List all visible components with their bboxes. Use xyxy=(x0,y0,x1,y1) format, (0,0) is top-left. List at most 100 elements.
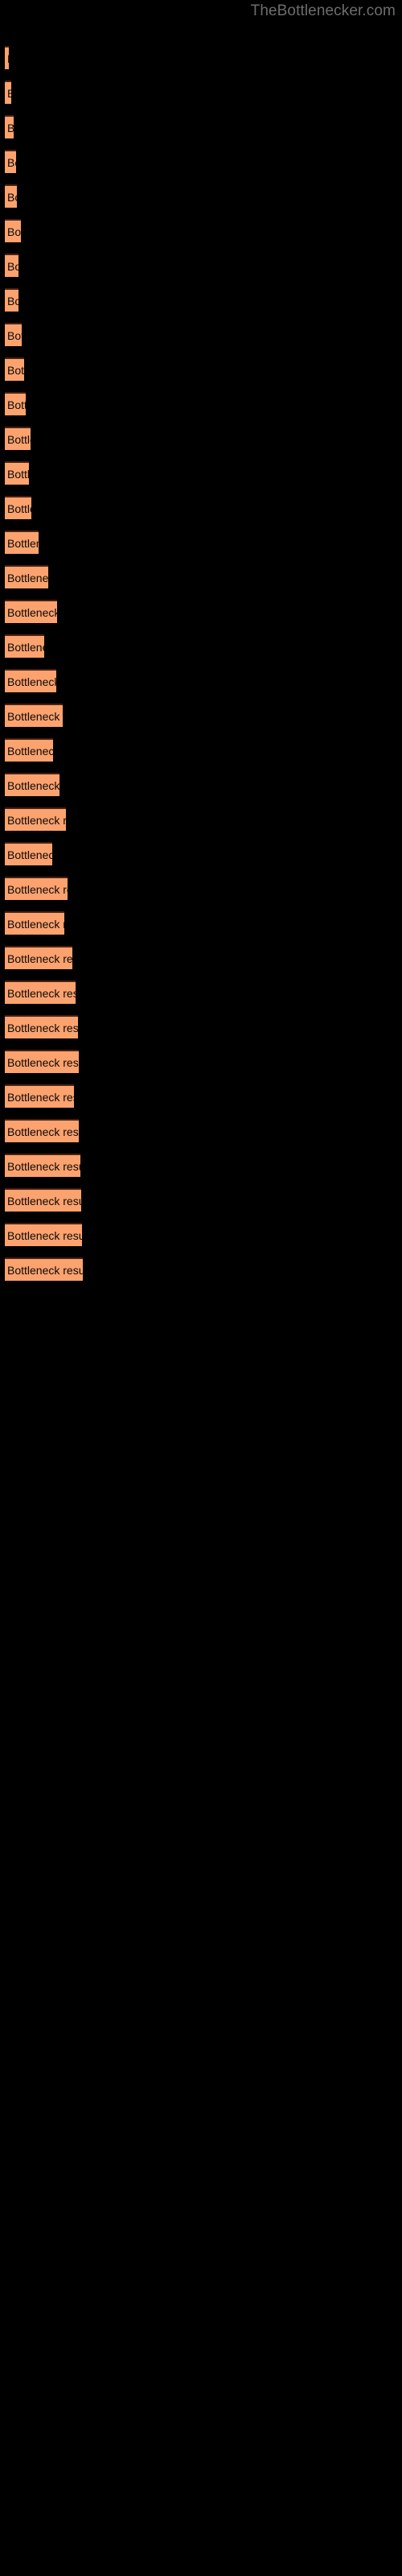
bar-29[interactable]: Bottleneck result xyxy=(5,1015,78,1038)
bar-5[interactable]: Bottleneck result xyxy=(5,184,17,208)
bar-row: Bottleneck result xyxy=(0,1188,402,1213)
bar-label: Bottleneck result xyxy=(7,813,66,827)
horizontal-bar-chart: Bottleneck result Bottleneck result Bottle… xyxy=(0,0,402,2576)
bar-label: Bottleneck result xyxy=(7,1228,82,1242)
bar-row: Bottleneck result xyxy=(0,288,402,313)
bar-19[interactable]: Bottleneck result xyxy=(5,669,56,692)
bar-35[interactable]: Bottleneck result xyxy=(5,1223,82,1246)
bar-14[interactable]: Bottleneck result xyxy=(5,496,31,519)
bar-row: Bottleneck result xyxy=(0,1119,402,1144)
bar-row: Bottleneck result xyxy=(0,634,402,659)
bar-row: Bottleneck result xyxy=(0,1223,402,1248)
bar-8[interactable]: Bottleneck result xyxy=(5,288,18,312)
bar-23[interactable]: Bottleneck result xyxy=(5,807,66,831)
bar-row: Bottleneck result xyxy=(0,184,402,209)
bar-34[interactable]: Bottleneck result xyxy=(5,1188,81,1212)
bar-label: Bottleneck result xyxy=(7,432,31,446)
bar-row: Bottleneck result xyxy=(0,496,402,521)
bar-row: Bottleneck result xyxy=(0,46,402,71)
bar-36[interactable]: Bottleneck result xyxy=(5,1257,83,1281)
bar-label: Bottleneck result xyxy=(7,986,76,1000)
bar-label: Bottleneck result xyxy=(7,259,18,273)
bar-label: Bottleneck result xyxy=(7,190,17,204)
bar-27[interactable]: Bottleneck result xyxy=(5,946,72,969)
bar-25[interactable]: Bottleneck result xyxy=(5,877,68,900)
bar-15[interactable]: Bottleneck result xyxy=(5,530,39,554)
bar-11[interactable]: Bottleneck result xyxy=(5,392,26,415)
bar-32[interactable]: Bottleneck result xyxy=(5,1119,79,1142)
bar-row: Bottleneck result xyxy=(0,842,402,867)
bar-label: Bottleneck result xyxy=(7,571,48,584)
bar-row: Bottleneck result xyxy=(0,1154,402,1179)
bar-row: Bottleneck result xyxy=(0,530,402,555)
bar-label: Bottleneck result xyxy=(7,640,44,654)
bar-row: Bottleneck result xyxy=(0,1084,402,1109)
bar-28[interactable]: Bottleneck result xyxy=(5,980,76,1004)
bar-9[interactable]: Bottleneck result xyxy=(5,323,22,346)
bar-label: Bottleneck result xyxy=(7,1194,81,1208)
bar-26[interactable]: Bottleneck result xyxy=(5,911,64,935)
bar-row: Bottleneck result xyxy=(0,704,402,729)
bar-row: Bottleneck result xyxy=(0,877,402,902)
bar-row: Bottleneck result xyxy=(0,911,402,936)
bar-label: Bottleneck result xyxy=(7,536,39,550)
bar-label: Bottleneck result xyxy=(7,1055,79,1069)
bar-12[interactable]: Bottleneck result xyxy=(5,427,31,450)
bar-row: Bottleneck result xyxy=(0,565,402,590)
bar-21[interactable]: Bottleneck result xyxy=(5,738,53,762)
bar-label: Bottleneck result xyxy=(7,744,53,758)
bar-row: Bottleneck result xyxy=(0,669,402,694)
bar-label: Bottleneck result xyxy=(7,52,9,65)
bar-label: Bottleneck result xyxy=(7,675,56,688)
bar-1[interactable]: Bottleneck result xyxy=(5,46,9,69)
bar-33[interactable]: Bottleneck result xyxy=(5,1154,80,1177)
bar-6[interactable]: Bottleneck result xyxy=(5,219,21,242)
bar-label: Bottleneck result xyxy=(7,225,21,238)
bar-row: Bottleneck result xyxy=(0,980,402,1005)
bar-label: Bottleneck result xyxy=(7,1159,80,1173)
bar-row: Bottleneck result xyxy=(0,357,402,382)
bar-label: Bottleneck result xyxy=(7,328,22,342)
bar-30[interactable]: Bottleneck result xyxy=(5,1050,79,1073)
bar-24[interactable]: Bottleneck result xyxy=(5,842,52,865)
bar-7[interactable]: Bottleneck result xyxy=(5,254,18,277)
bar-22[interactable]: Bottleneck result xyxy=(5,773,59,796)
bar-label: Bottleneck result xyxy=(7,952,72,965)
bar-18[interactable]: Bottleneck result xyxy=(5,634,44,658)
bar-label: Bottleneck result xyxy=(7,1125,79,1138)
bar-13[interactable]: Bottleneck result xyxy=(5,461,29,485)
bar-4[interactable]: Bottleneck result xyxy=(5,150,16,173)
bar-20[interactable]: Bottleneck result xyxy=(5,704,63,727)
bar-row: Bottleneck result xyxy=(0,773,402,798)
bar-label: Bottleneck result xyxy=(7,848,52,861)
bar-16[interactable]: Bottleneck result xyxy=(5,565,48,588)
bar-17[interactable]: Bottleneck result xyxy=(5,600,57,623)
bar-label: Bottleneck result xyxy=(7,363,24,377)
bar-label: Bottleneck result xyxy=(7,87,11,100)
bar-label: Bottleneck result xyxy=(7,294,18,308)
bar-row: Bottleneck result xyxy=(0,461,402,486)
bar-label: Bottleneck result xyxy=(7,398,26,411)
bar-10[interactable]: Bottleneck result xyxy=(5,357,24,381)
bar-label: Bottleneck result xyxy=(7,467,29,481)
bar-label: Bottleneck result xyxy=(7,709,63,723)
bar-row: Bottleneck result xyxy=(0,1015,402,1040)
bar-label: Bottleneck result xyxy=(7,605,57,619)
bar-row: Bottleneck result xyxy=(0,600,402,625)
bar-label: Bottleneck result xyxy=(7,778,59,792)
bar-row: Bottleneck result xyxy=(0,150,402,175)
bar-row: Bottleneck result xyxy=(0,807,402,832)
bar-3[interactable]: Bottleneck result xyxy=(5,115,14,138)
bar-row: Bottleneck result xyxy=(0,80,402,105)
bar-row: Bottleneck result xyxy=(0,946,402,971)
bar-label: Bottleneck result xyxy=(7,1021,78,1034)
bar-31[interactable]: Bottleneck result xyxy=(5,1084,74,1108)
bar-label: Bottleneck result xyxy=(7,917,64,931)
bar-2[interactable]: Bottleneck result xyxy=(5,80,11,104)
bar-row: Bottleneck result xyxy=(0,323,402,348)
bar-label: Bottleneck result xyxy=(7,122,14,134)
bar-label: Bottleneck result xyxy=(7,882,68,896)
bar-label: Bottleneck result xyxy=(7,502,31,515)
bar-label: Bottleneck result xyxy=(7,1263,83,1277)
bar-label: Bottleneck result xyxy=(7,155,16,169)
